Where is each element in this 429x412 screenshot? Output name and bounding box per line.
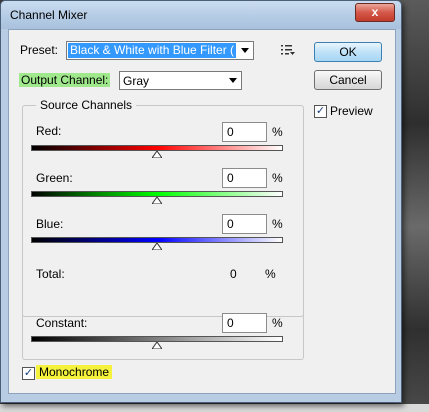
title-bar[interactable]: Channel Mixer x xyxy=(1,1,401,29)
green-label: Green: xyxy=(36,171,73,185)
constant-percent-unit: % xyxy=(272,316,283,330)
ok-button[interactable]: OK xyxy=(314,42,382,62)
green-slider-track[interactable] xyxy=(31,191,283,204)
blue-value-input[interactable]: 0 xyxy=(222,214,267,234)
red-label: Red: xyxy=(36,124,62,138)
blue-label: Blue: xyxy=(36,217,64,231)
red-value-input[interactable]: 0 xyxy=(222,122,267,142)
chevron-down-icon xyxy=(241,48,249,53)
output-channel-label: Output Channel: xyxy=(19,73,111,87)
preview-checkbox[interactable]: ✓ xyxy=(314,105,327,118)
close-button[interactable]: x xyxy=(355,3,395,22)
constant-value-input[interactable]: 0 xyxy=(222,313,267,333)
preset-value: Black & White with Blue Filter ( xyxy=(68,43,236,58)
green-percent-unit: % xyxy=(272,171,283,185)
total-label: Total: xyxy=(36,267,65,281)
preset-options-icon[interactable] xyxy=(281,44,295,56)
blue-percent-unit: % xyxy=(272,217,283,231)
constant-label: Constant: xyxy=(36,316,88,330)
blue-slider-track[interactable] xyxy=(31,237,283,250)
channel-mixer-dialog: Channel Mixer x Preset: Black & White wi… xyxy=(0,0,402,403)
preview-label: Preview xyxy=(330,104,373,118)
background-bottom xyxy=(0,404,429,412)
total-value: 0 xyxy=(230,267,237,281)
constant-slider-track[interactable] xyxy=(31,336,283,349)
preset-label: Preset: xyxy=(20,43,59,57)
dialog-title: Channel Mixer xyxy=(10,8,88,22)
chevron-down-icon xyxy=(229,78,237,83)
output-channel-value: Gray xyxy=(123,74,150,88)
monochrome-label: Monochrome xyxy=(36,365,113,379)
red-slider-track[interactable] xyxy=(31,145,283,158)
output-channel-dropdown[interactable]: Gray xyxy=(119,71,242,90)
cancel-button[interactable]: Cancel xyxy=(314,70,382,90)
dialog-body: Preset: Black & White with Blue Filter (… xyxy=(8,29,396,394)
red-percent-unit: % xyxy=(272,125,283,139)
monochrome-checkbox[interactable]: ✓ xyxy=(22,367,35,380)
source-channels-title: Source Channels xyxy=(36,98,137,112)
preset-dropdown[interactable]: Black & White with Blue Filter ( xyxy=(66,41,254,60)
green-value-input[interactable]: 0 xyxy=(222,168,267,188)
total-percent-unit: % xyxy=(265,267,276,281)
